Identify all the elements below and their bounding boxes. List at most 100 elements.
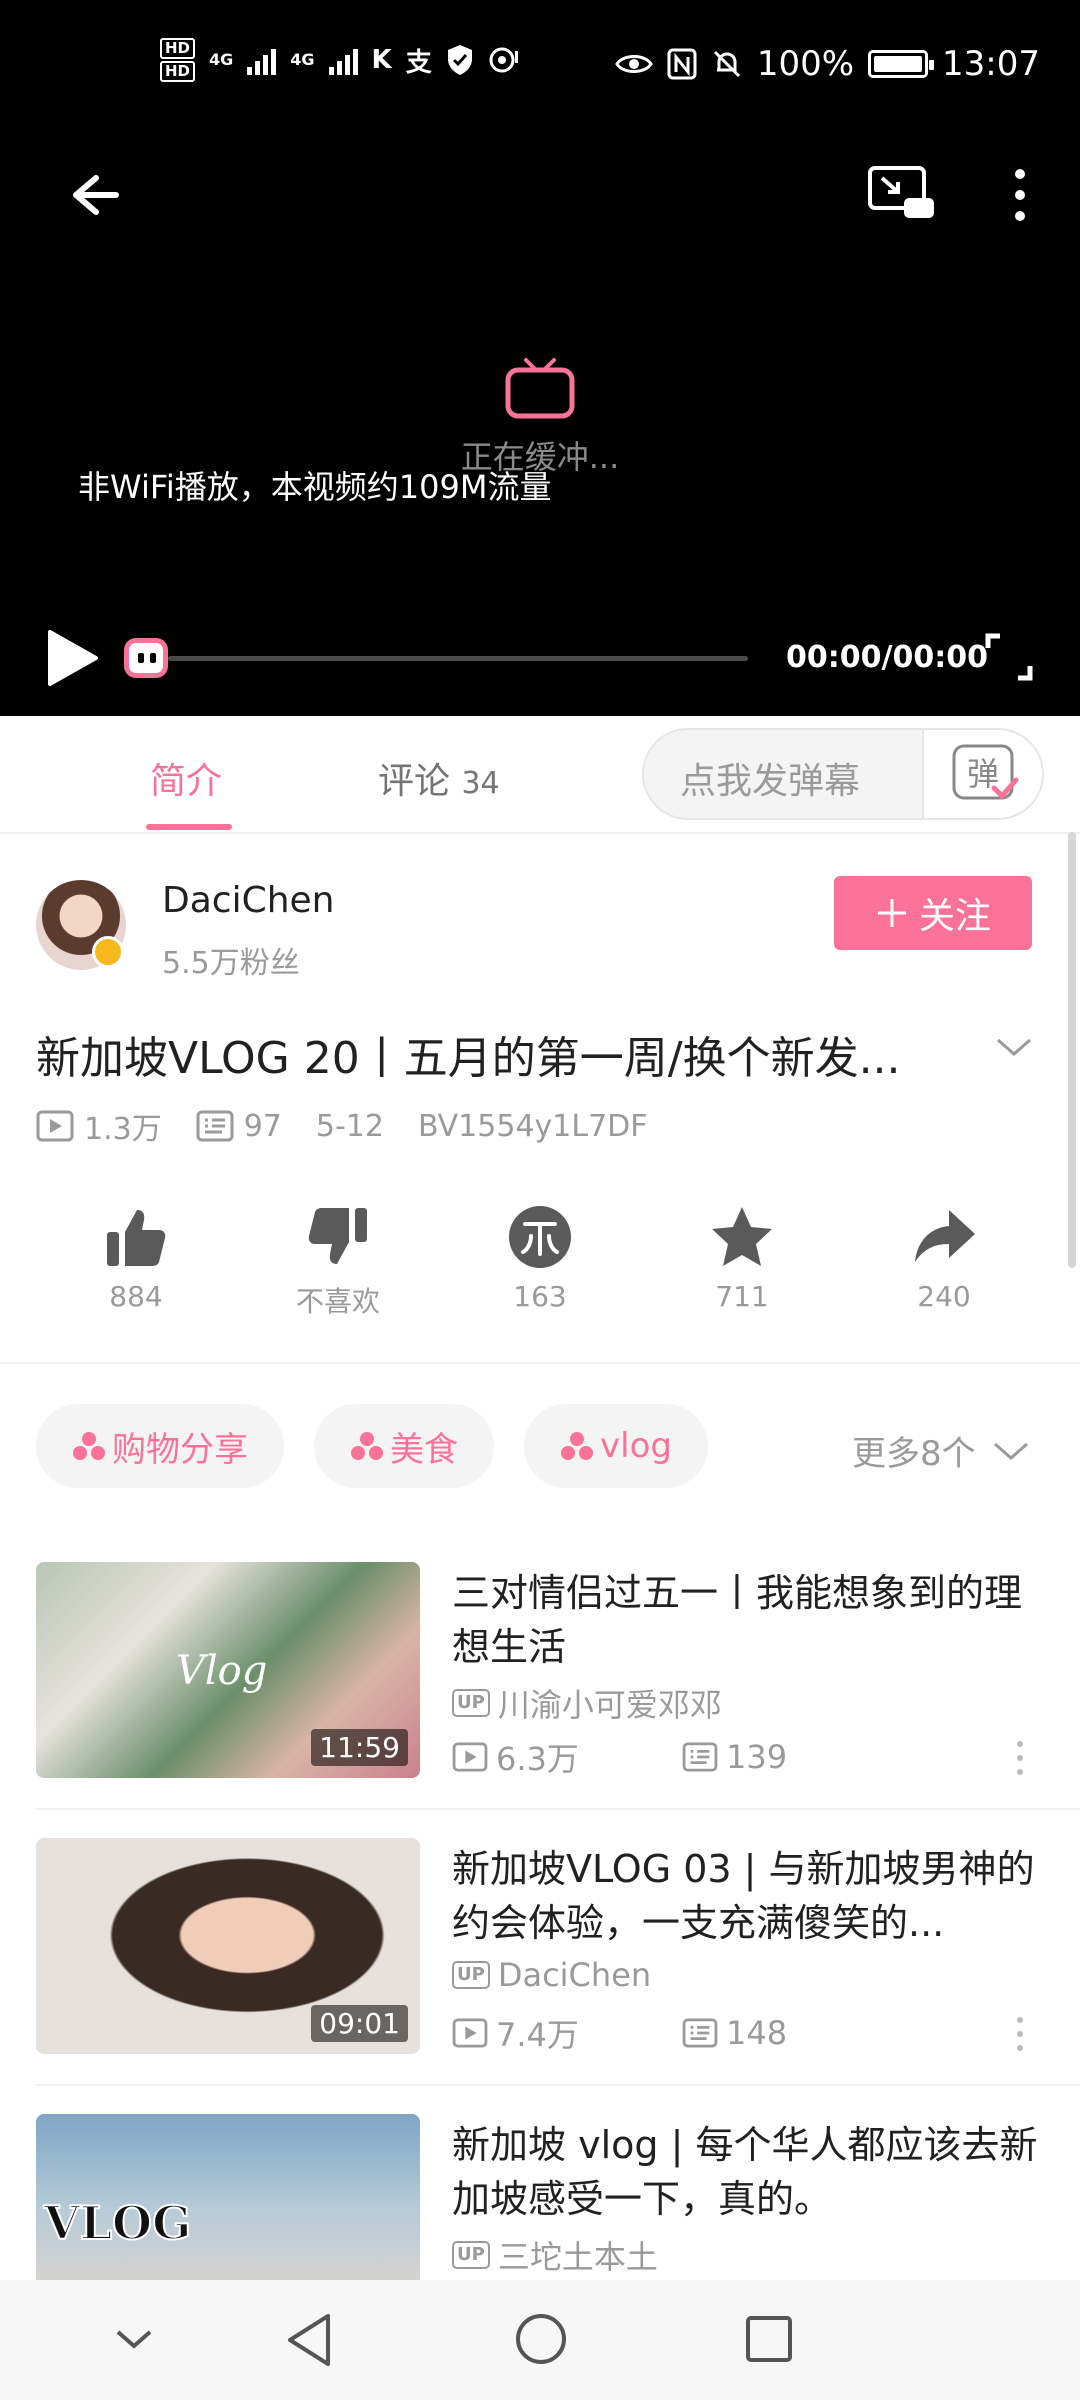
dislike-label: 不喜欢 <box>295 1285 380 1318</box>
favorite-button[interactable]: 711 <box>662 1204 822 1313</box>
view-count: 6.3万 <box>496 1740 579 1778</box>
related-video-uploader: UP 川渝小可爱邓邓 <box>452 1680 722 1726</box>
scrollbar[interactable] <box>1068 832 1076 1268</box>
chevron-down-icon <box>993 1442 1028 1460</box>
network-type-label: 4G <box>290 50 315 69</box>
thumbnail-text: VLOG <box>43 2195 192 2251</box>
video-title: 新加坡VLOG 20丨五月的第一周/换个新发... <box>36 1033 901 1084</box>
like-button[interactable]: 884 <box>56 1204 216 1313</box>
detail-tabs-bar: 简介 评论 34 点我发弹幕 弹 <box>0 716 1080 834</box>
play-count-icon <box>452 1742 488 1772</box>
tag-label: 美食 <box>390 1429 458 1470</box>
dislike-button[interactable]: 不喜欢 <box>258 1204 418 1320</box>
status-right: 100% 13:07 <box>615 44 1040 84</box>
danmaku-count-icon <box>682 1742 718 1772</box>
up-badge-icon: UP <box>452 2241 490 2269</box>
up-badge-icon: UP <box>452 1689 490 1717</box>
divider <box>36 2084 1080 2086</box>
more-vertical-icon[interactable] <box>1012 1738 1028 1778</box>
danmaku-input[interactable]: 点我发弹幕 弹 <box>642 728 1044 820</box>
danmaku-toggle-icon: 弹 <box>952 744 1019 800</box>
tag-label: 购物分享 <box>112 1429 248 1470</box>
tv-icon <box>505 358 575 419</box>
nfc-icon <box>667 48 697 80</box>
tab-comments[interactable]: 评论 34 <box>378 752 500 804</box>
home-circle-icon[interactable] <box>514 2312 568 2366</box>
more-vertical-icon[interactable] <box>1012 2014 1028 2054</box>
eye-icon <box>615 55 653 73</box>
coin-button[interactable]: 163 <box>460 1204 620 1313</box>
chevron-down-icon[interactable] <box>114 2324 154 2354</box>
status-left: HD HD 4G 4G K 支 <box>160 38 520 82</box>
back-triangle-icon[interactable] <box>284 2312 336 2368</box>
tag-chip[interactable]: vlog <box>524 1404 708 1488</box>
signal-icon <box>328 45 358 75</box>
share-count: 240 <box>917 1280 971 1313</box>
tag-chip[interactable]: 美食 <box>314 1404 494 1488</box>
video-thumbnail[interactable]: 09:01 <box>36 1838 420 2054</box>
battery-icon <box>868 50 935 78</box>
status-bar: HD HD 4G 4G K 支 100% 13:07 <box>0 0 1080 140</box>
network-usage-tip: 非WiFi播放，本视频约109M流量 <box>78 468 552 506</box>
share-button[interactable]: 240 <box>864 1204 1024 1313</box>
related-video-title: 三对情侣过五一丨我能想象到的理想生活 <box>452 1571 1023 1669</box>
tags-more-button[interactable]: 更多8个 <box>852 1426 1030 1475</box>
uploader-name: DaciChen <box>497 1956 652 1994</box>
cast-screen-icon[interactable] <box>866 162 936 228</box>
back-arrow-icon[interactable] <box>50 160 120 230</box>
coin-count: 163 <box>513 1280 567 1313</box>
progress-thumb-icon[interactable] <box>124 638 168 678</box>
danmaku-count-icon <box>682 2018 718 2048</box>
share-icon <box>915 1210 975 1262</box>
related-video-stats: 6.3万 139 <box>452 1734 912 1780</box>
more-vertical-icon[interactable] <box>1000 160 1040 230</box>
danmaku-count: 139 <box>726 1738 788 1776</box>
divider <box>0 1362 1080 1364</box>
up-badge-icon: UP <box>452 1961 490 1989</box>
shield-icon <box>447 45 472 75</box>
chevron-down-icon[interactable] <box>994 1032 1034 1062</box>
tag-label: vlog <box>600 1426 672 1466</box>
video-duration: 11:59 <box>311 1729 408 1766</box>
follow-label: 关注 <box>918 896 991 937</box>
tag-chip[interactable]: 购物分享 <box>36 1404 284 1488</box>
like-count: 884 <box>109 1280 163 1313</box>
tab-intro[interactable]: 简介 <box>150 752 222 804</box>
tag-cluster-icon <box>561 1432 593 1460</box>
play-icon[interactable] <box>42 628 102 688</box>
fullscreen-icon[interactable] <box>984 632 1034 682</box>
bvid: BV1554y1L7DF <box>418 1108 648 1144</box>
uploader-name: 三坨土本土 <box>497 2238 658 2276</box>
related-video-item[interactable]: Vlog 11:59 三对情侣过五一丨我能想象到的理想生活 UP 川渝小可爱邓邓 … <box>0 1562 1080 1838</box>
battery-percent: 100% <box>756 44 855 84</box>
coin-icon <box>509 1206 571 1268</box>
lightning-badge-icon <box>92 936 124 968</box>
plus-icon <box>877 899 906 927</box>
system-nav-bar <box>0 2280 1080 2400</box>
danmaku-placeholder: 点我发弹幕 <box>680 761 861 802</box>
related-video-title: 新加坡 vlog | 每个华人都应该去新加坡感受一下，真的。 <box>452 2123 1038 2221</box>
related-video-item[interactable]: VLOG 新加坡 vlog | 每个华人都应该去新加坡感受一下，真的。 UP 三坨… <box>0 2114 1080 2280</box>
uploader-fans: 5.5万粉丝 <box>162 946 300 981</box>
video-player[interactable]: HD HD 4G 4G K 支 100% 13:07 正在缓冲... 非WiFi… <box>0 0 1080 716</box>
uploader-name[interactable]: DaciChen <box>162 880 335 921</box>
related-video-item[interactable]: 09:01 新加坡VLOG 03 | 与新加坡男神的约会体验，一支充满傻笑的..… <box>0 1838 1080 2114</box>
danmaku-toggle-button[interactable]: 弹 <box>922 730 1042 818</box>
follow-button[interactable]: 关注 <box>834 876 1032 950</box>
video-thumbnail[interactable]: Vlog 11:59 <box>36 1562 420 1778</box>
related-video-stats: 7.4万 148 <box>452 2010 912 2056</box>
action-bar: 884 不喜欢 163 711 240 <box>0 1204 1080 1334</box>
related-video-title: 新加坡VLOG 03 | 与新加坡男神的约会体验，一支充满傻笑的... <box>452 1847 1035 1945</box>
video-thumbnail[interactable]: VLOG <box>36 2114 420 2280</box>
related-video-uploader: UP 三坨土本土 <box>452 2232 658 2278</box>
tab-comments-count: 34 <box>461 766 500 801</box>
recents-square-icon[interactable] <box>744 2314 794 2364</box>
hd-icon: HD <box>160 61 196 82</box>
publish-date: 5-12 <box>315 1108 384 1144</box>
related-video-uploader: UP DaciChen <box>452 1956 651 1994</box>
progress-bar[interactable] <box>168 656 748 661</box>
signal-icon <box>247 45 277 75</box>
video-duration: 09:01 <box>311 2005 408 2042</box>
clock: 13:07 <box>942 44 1040 84</box>
app-k-icon: K <box>371 45 392 75</box>
